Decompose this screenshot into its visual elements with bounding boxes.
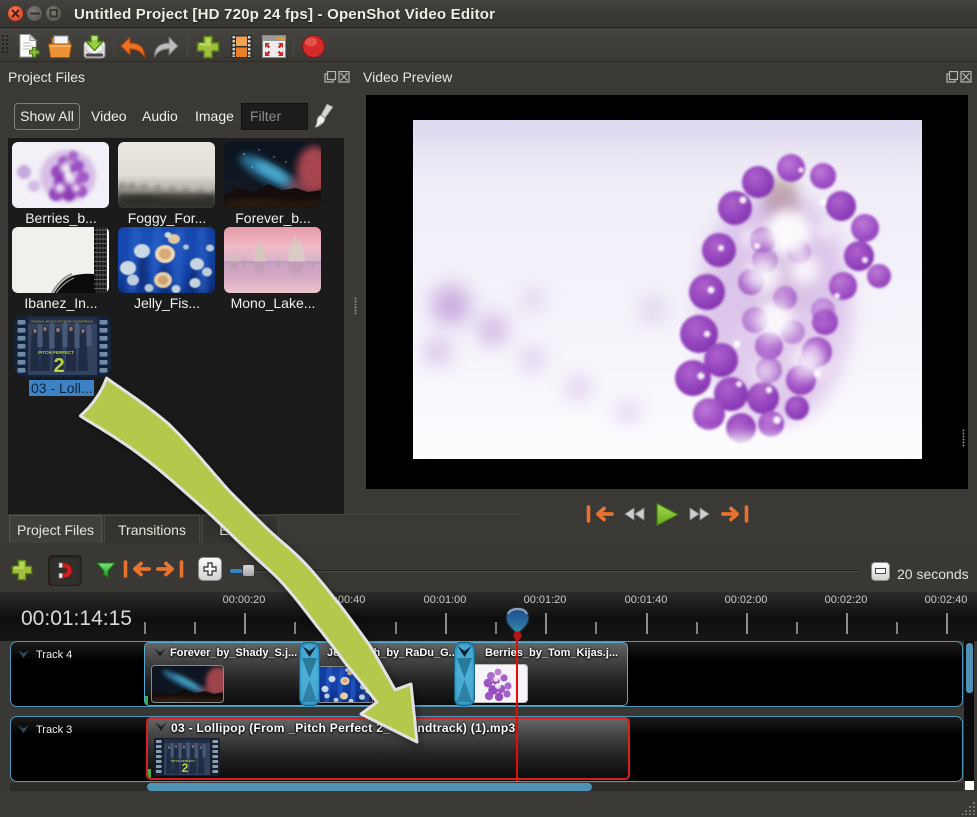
svg-text:2: 2 — [182, 761, 189, 775]
svg-text:ORIGINAL MOTION PICTURE SOUNDT: ORIGINAL MOTION PICTURE SOUNDTRACK — [31, 320, 94, 324]
svg-text:2: 2 — [53, 355, 64, 377]
